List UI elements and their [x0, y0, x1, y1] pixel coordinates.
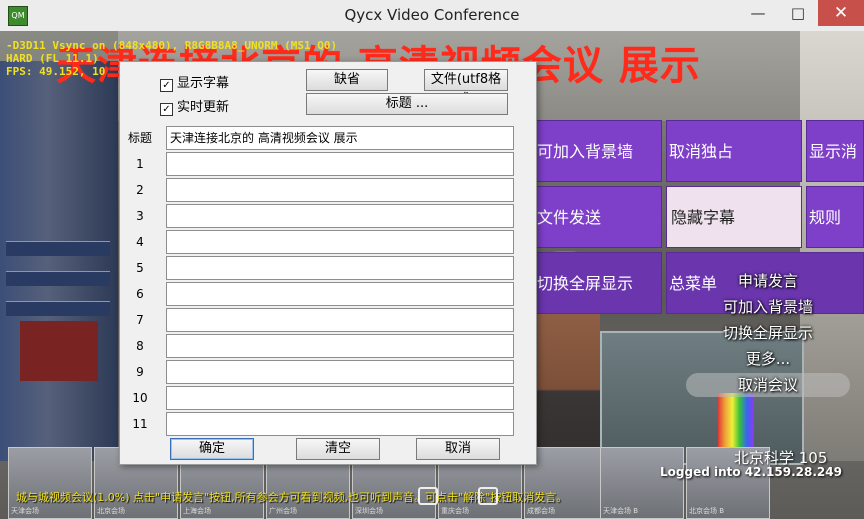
row-label: 4: [136, 235, 144, 249]
thumbnail-label: 成都会场: [527, 507, 555, 515]
row-label: 3: [136, 209, 144, 223]
subtitle-line-input[interactable]: [166, 360, 514, 384]
clear-button[interactable]: 清空: [296, 438, 380, 460]
menu-item-rules[interactable]: 规则: [806, 186, 864, 248]
minimize-button[interactable]: —: [738, 0, 778, 26]
default-button[interactable]: 缺省: [306, 69, 388, 91]
row-label: 10: [132, 391, 148, 405]
menu-item-cancel-exclusive[interactable]: 取消独占: [666, 120, 802, 182]
window-titlebar: QM Qycx Video Conference — □ ✕: [0, 0, 864, 32]
thumbnail-label: 天津会场: [11, 507, 39, 515]
checkbox-label: 显示字幕: [177, 76, 230, 91]
login-info: Logged into 42.159.28.249: [660, 465, 842, 479]
row-label: 5: [136, 261, 144, 275]
window-title: Qycx Video Conference: [344, 6, 520, 24]
thumbnail-label: 北京会场 B: [689, 507, 725, 515]
close-button[interactable]: ✕: [818, 0, 864, 26]
title-input[interactable]: 天津连接北京的 高清视频会议 展示: [166, 126, 514, 150]
subtitle-line-input[interactable]: [166, 152, 514, 176]
subtitle-line-input[interactable]: [166, 256, 514, 280]
row-label: 9: [136, 365, 144, 379]
menu-item-file-send[interactable]: 文件发送: [534, 186, 662, 248]
video-background: [6, 271, 110, 286]
subtitle-line-input[interactable]: [166, 308, 514, 332]
toolbar-icons: [418, 487, 528, 507]
file-utf8-button[interactable]: 文件(utf8格式): [424, 69, 508, 107]
row-label: 2: [136, 183, 144, 197]
title-field-label: 标题: [127, 131, 152, 145]
subtitle-line-input[interactable]: [166, 204, 514, 228]
subtitle-line-input[interactable]: [166, 230, 514, 254]
checkbox-label: 实时更新: [177, 100, 230, 115]
video-background: [6, 301, 110, 316]
row-label: 11: [132, 417, 148, 431]
subtitle-line-input[interactable]: [166, 334, 514, 358]
show-subtitles-checkbox[interactable]: ✓ 显示字幕: [160, 72, 230, 92]
subtitle-line-input[interactable]: [166, 386, 514, 410]
menu-item-show-messages[interactable]: 显示消: [806, 120, 864, 182]
context-item-more[interactable]: 更多...: [686, 347, 850, 371]
video-background: [0, 61, 118, 461]
context-item-cancel-meeting[interactable]: 取消会议: [686, 373, 850, 397]
subtitle-line-input[interactable]: [166, 412, 514, 436]
row-label: 6: [136, 287, 144, 301]
context-item-toggle-fullscreen[interactable]: 切换全屏显示: [686, 321, 850, 345]
ok-button[interactable]: 确定: [170, 438, 254, 460]
maximize-button[interactable]: □: [778, 0, 818, 26]
title-button[interactable]: 标题 ...: [306, 93, 508, 115]
subtitle-line-input[interactable]: [166, 178, 514, 202]
menu-item-add-to-background-wall[interactable]: 可加入背景墙: [534, 120, 662, 182]
participant-thumbnail[interactable]: 天津会场: [8, 447, 92, 519]
menu-item-hide-subtitles[interactable]: 隐藏字幕: [666, 186, 802, 248]
screen-icon[interactable]: [418, 487, 438, 505]
realtime-update-checkbox[interactable]: ✓ 实时更新: [160, 96, 230, 116]
participant-thumbnail[interactable]: 天津会场 B: [600, 447, 684, 519]
video-background: [20, 321, 98, 381]
thumbnail-label: 天津会场 B: [603, 507, 639, 515]
subtitle-line-input[interactable]: [166, 282, 514, 306]
context-item-add-to-background-wall[interactable]: 可加入背景墙: [686, 295, 850, 319]
row-label: 1: [136, 157, 144, 171]
thumbnail-label: 深圳会场: [355, 507, 383, 515]
row-label: 8: [136, 339, 144, 353]
subtitle-settings-dialog: ✓ 显示字幕 ✓ 实时更新 缺省 文件(utf8格式) 标题 ... 标题 天津连接…: [119, 61, 537, 465]
checkbox-box[interactable]: ✓: [160, 103, 173, 116]
context-item-request-speak[interactable]: 申请发言: [686, 269, 850, 293]
row-label: 7: [136, 313, 144, 327]
thumbnail-label: 重庆会场: [441, 507, 469, 515]
camera-icon[interactable]: [478, 487, 498, 505]
video-background: [6, 241, 110, 256]
thumbnail-label: 广州会场: [269, 507, 297, 515]
thumbnail-label: 北京会场: [97, 507, 125, 515]
menu-item-toggle-fullscreen[interactable]: 切换全屏显示: [534, 252, 662, 314]
thumbnail-label: 上海会场: [183, 507, 211, 515]
video-background: [718, 393, 754, 447]
cancel-button[interactable]: 取消: [416, 438, 500, 460]
checkbox-box[interactable]: ✓: [160, 79, 173, 92]
